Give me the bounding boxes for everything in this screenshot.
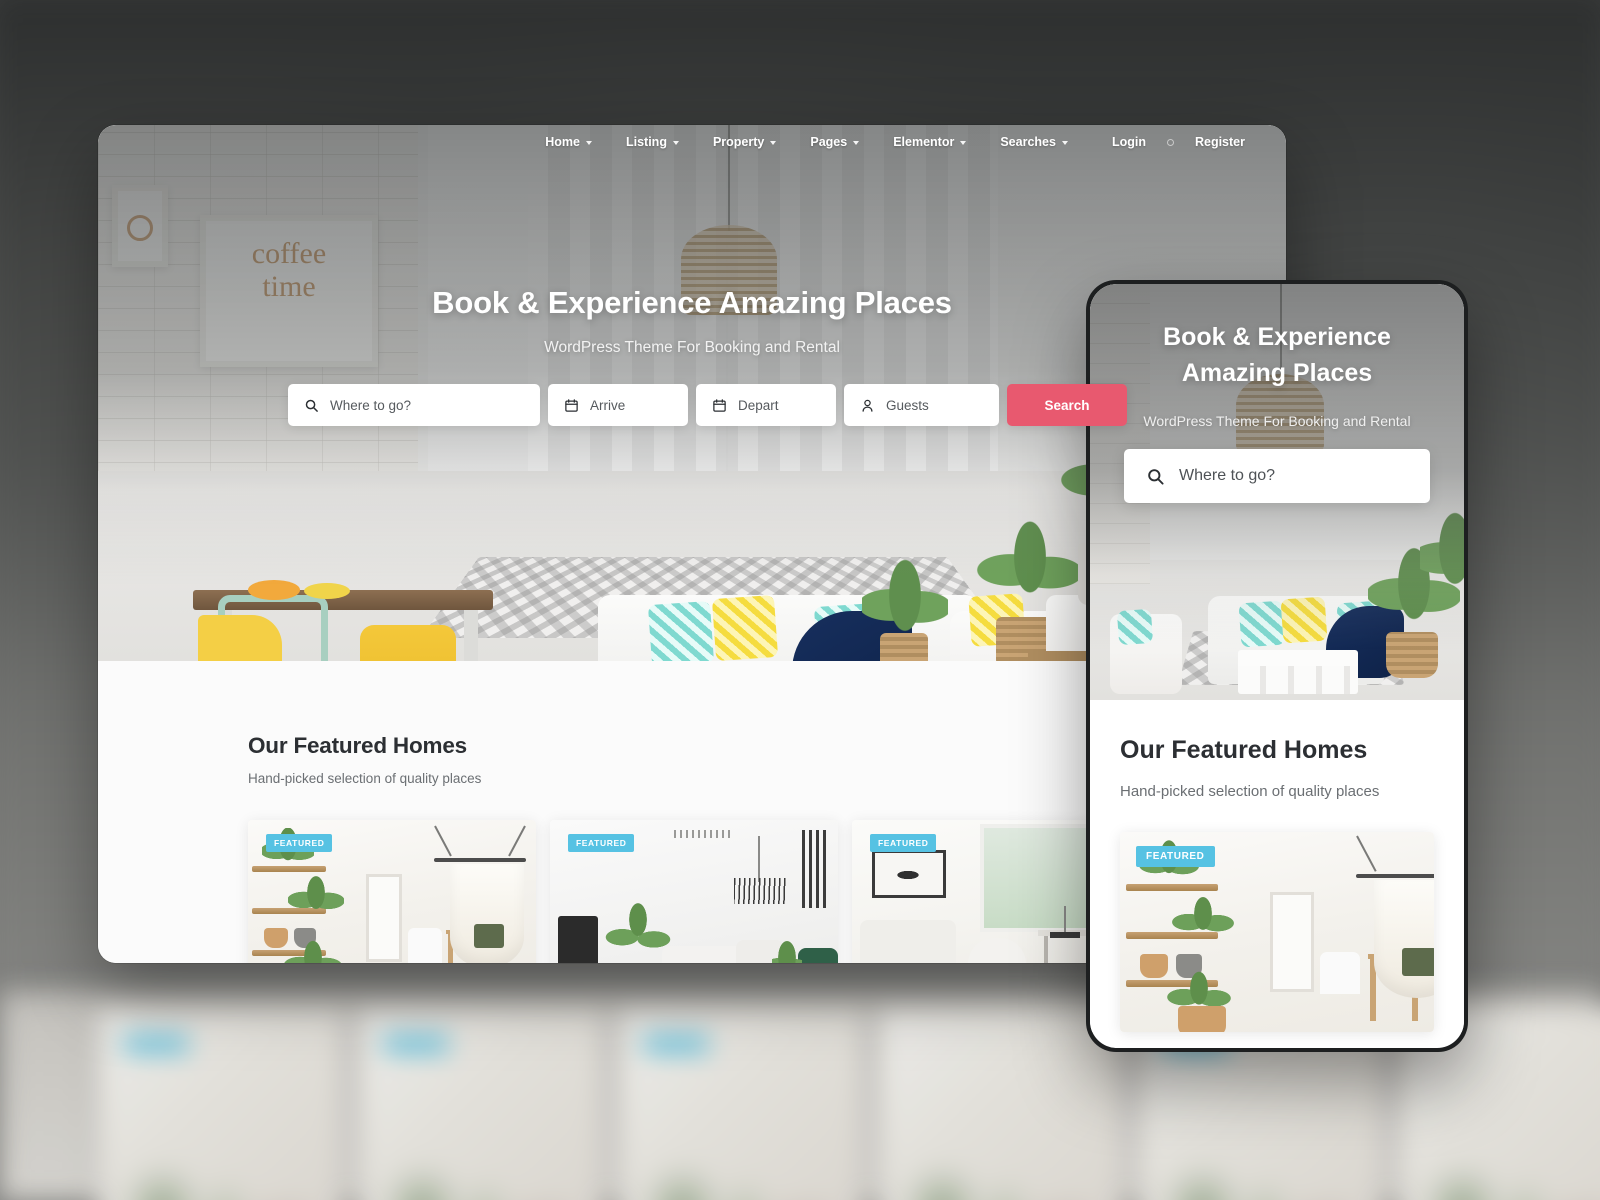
- nav-item-label: Listing: [625, 135, 667, 149]
- calendar-icon: [564, 398, 579, 413]
- mobile-property-card[interactable]: FEATURED: [1120, 832, 1434, 1032]
- background-featured-badge: [384, 1036, 448, 1052]
- chevron-down-icon: [960, 140, 967, 145]
- featured-badge: FEATURED: [568, 834, 635, 852]
- arrive-placeholder: Arrive: [590, 397, 626, 413]
- nav-item-elementor[interactable]: Elementor: [876, 135, 983, 149]
- nav-auth-group: Login Register: [1095, 135, 1262, 149]
- login-link[interactable]: Login: [1095, 135, 1163, 149]
- mobile-hero-title-line2: Amazing Places: [1181, 358, 1373, 387]
- property-card[interactable]: FEATURED: [248, 820, 536, 963]
- nav-item-label: Searches: [1000, 135, 1056, 149]
- mobile-featured-subtitle: Hand-picked selection of quality places: [1120, 783, 1380, 800]
- guests-placeholder: Guests: [886, 397, 929, 413]
- guests-field[interactable]: Guests: [844, 384, 999, 426]
- chevron-down-icon: [853, 140, 860, 145]
- background-featured-badge: [644, 1036, 708, 1052]
- where-to-go-placeholder: Where to go?: [330, 397, 412, 413]
- mobile-screen: Book & Experience Amazing Places WordPre…: [1090, 284, 1464, 1048]
- mobile-featured-badge: FEATURED: [1136, 846, 1215, 867]
- property-card[interactable]: FEATURED: [550, 820, 838, 963]
- search-button[interactable]: Search: [1007, 384, 1127, 426]
- chevron-down-icon: [1061, 140, 1068, 145]
- mobile-featured-section: Our Featured Homes Hand-picked selection…: [1090, 700, 1464, 1032]
- hero-subtitle: WordPress Theme For Booking and Rental: [544, 339, 840, 356]
- mobile-featured-title: Our Featured Homes: [1120, 736, 1368, 764]
- separator-dot-icon: [1166, 138, 1174, 146]
- mobile-where-to-go-field[interactable]: Where to go?: [1124, 449, 1430, 503]
- hero-search-bar: Where to go? Arrive Depart Guests Search: [288, 384, 1127, 426]
- depart-placeholder: Depart: [738, 397, 779, 413]
- register-link[interactable]: Register: [1178, 135, 1262, 149]
- mobile-mockup: Book & Experience Amazing Places WordPre…: [1086, 280, 1468, 1052]
- nav-menu: Home Listing Property Pages Elementor Se…: [528, 135, 1085, 149]
- featured-badge: FEATURED: [870, 834, 937, 852]
- mobile-hero-subtitle: WordPress Theme For Booking and Rental: [1143, 413, 1411, 429]
- background-card: [878, 1008, 1124, 1200]
- nav-item-label: Elementor: [893, 135, 955, 149]
- arrive-date-field[interactable]: Arrive: [548, 384, 688, 426]
- hero-title: Book & Experience Amazing Places: [432, 285, 952, 320]
- nav-item-label: Property: [712, 135, 765, 149]
- desktop-navbar: Home Listing Property Pages Elementor Se…: [98, 125, 1286, 159]
- hero-copy: Book & Experience Amazing Places WordPre…: [98, 285, 1286, 357]
- depart-date-field[interactable]: Depart: [696, 384, 836, 426]
- background-card: [98, 1008, 344, 1200]
- background-card: [618, 1008, 864, 1200]
- mockup-stage: coffeetime: [0, 0, 1600, 1200]
- search-icon: [304, 398, 319, 413]
- search-icon: [1146, 467, 1165, 486]
- chevron-down-icon: [672, 140, 679, 145]
- login-label: Login: [1111, 135, 1146, 149]
- nav-item-label: Home: [545, 135, 580, 149]
- nav-item-home[interactable]: Home: [528, 135, 609, 149]
- featured-badge: FEATURED: [266, 834, 333, 852]
- where-to-go-field[interactable]: Where to go?: [288, 384, 540, 426]
- nav-item-property[interactable]: Property: [696, 135, 793, 149]
- chevron-down-icon: [585, 140, 592, 145]
- background-card: [358, 1008, 604, 1200]
- register-label: Register: [1194, 135, 1245, 149]
- mobile-where-to-go-placeholder: Where to go?: [1179, 467, 1276, 484]
- nav-item-label: Pages: [810, 135, 848, 149]
- background-featured-badge: [124, 1036, 188, 1052]
- calendar-icon: [712, 398, 727, 413]
- nav-item-pages[interactable]: Pages: [793, 135, 876, 149]
- chevron-down-icon: [770, 140, 777, 145]
- nav-item-listing[interactable]: Listing: [609, 135, 696, 149]
- nav-item-searches[interactable]: Searches: [983, 135, 1085, 149]
- user-icon: [860, 398, 875, 413]
